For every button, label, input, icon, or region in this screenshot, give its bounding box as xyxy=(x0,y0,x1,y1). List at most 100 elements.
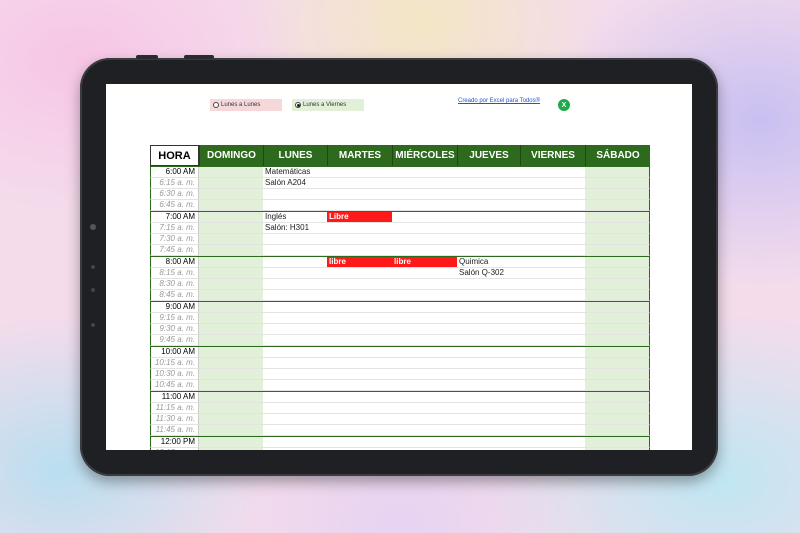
schedule-cell[interactable] xyxy=(520,313,585,324)
time-cell[interactable]: 8:30 a. m. xyxy=(150,279,199,290)
schedule-cell[interactable] xyxy=(199,268,263,279)
schedule-cell[interactable] xyxy=(199,234,263,245)
schedule-cell[interactable] xyxy=(263,324,327,335)
schedule-cell[interactable] xyxy=(520,268,585,279)
schedule-cell[interactable] xyxy=(199,425,263,436)
time-cell[interactable]: 11:45 a. m. xyxy=(150,425,199,436)
schedule-cell[interactable] xyxy=(585,257,650,268)
schedule-cell[interactable] xyxy=(585,279,650,290)
schedule-cell[interactable] xyxy=(457,380,520,391)
schedule-cell[interactable] xyxy=(520,257,585,268)
schedule-cell[interactable] xyxy=(327,437,392,448)
schedule-cell[interactable] xyxy=(327,425,392,436)
time-cell[interactable]: 9:30 a. m. xyxy=(150,324,199,335)
schedule-cell[interactable] xyxy=(263,380,327,391)
schedule-cell[interactable] xyxy=(457,200,520,211)
schedule-cell[interactable] xyxy=(263,358,327,369)
schedule-cell[interactable] xyxy=(392,223,457,234)
schedule-cell[interactable] xyxy=(263,369,327,380)
schedule-cell[interactable] xyxy=(327,448,392,450)
schedule-cell[interactable]: libre xyxy=(392,257,457,268)
schedule-cell[interactable]: Salón: H301 xyxy=(263,223,327,234)
schedule-cell[interactable] xyxy=(457,392,520,403)
time-cell[interactable]: 7:30 a. m. xyxy=(150,234,199,245)
schedule-cell[interactable] xyxy=(392,347,457,358)
time-cell[interactable]: 9:00 AM xyxy=(150,302,199,313)
schedule-cell[interactable] xyxy=(327,313,392,324)
schedule-cell[interactable] xyxy=(392,369,457,380)
schedule-cell[interactable] xyxy=(520,223,585,234)
schedule-cell[interactable] xyxy=(457,279,520,290)
schedule-cell[interactable] xyxy=(585,448,650,450)
time-cell[interactable]: 8:45 a. m. xyxy=(150,290,199,301)
schedule-cell[interactable] xyxy=(327,302,392,313)
schedule-cell[interactable] xyxy=(520,212,585,223)
time-cell[interactable]: 7:00 AM xyxy=(150,212,199,223)
schedule-cell[interactable] xyxy=(263,189,327,200)
schedule-cell[interactable] xyxy=(392,234,457,245)
schedule-cell[interactable] xyxy=(263,279,327,290)
time-cell[interactable]: 6:45 a. m. xyxy=(150,200,199,211)
schedule-cell[interactable]: Inglés xyxy=(263,212,327,223)
schedule-cell[interactable] xyxy=(457,324,520,335)
schedule-cell[interactable] xyxy=(263,437,327,448)
schedule-cell[interactable] xyxy=(392,448,457,450)
schedule-cell[interactable] xyxy=(199,178,263,189)
schedule-cell[interactable] xyxy=(199,167,263,178)
schedule-cell[interactable] xyxy=(520,279,585,290)
schedule-cell[interactable] xyxy=(327,189,392,200)
schedule-cell[interactable] xyxy=(520,380,585,391)
schedule-cell[interactable] xyxy=(392,245,457,256)
schedule-cell[interactable] xyxy=(585,369,650,380)
schedule-cell[interactable] xyxy=(520,200,585,211)
schedule-cell[interactable] xyxy=(327,200,392,211)
radio-icon[interactable] xyxy=(213,102,219,108)
time-cell[interactable]: 11:00 AM xyxy=(150,392,199,403)
schedule-cell[interactable] xyxy=(585,189,650,200)
schedule-cell[interactable] xyxy=(585,425,650,436)
schedule-cell[interactable] xyxy=(327,245,392,256)
schedule-cell[interactable] xyxy=(520,234,585,245)
schedule-cell[interactable] xyxy=(520,302,585,313)
schedule-cell[interactable] xyxy=(199,369,263,380)
schedule-cell[interactable] xyxy=(585,335,650,346)
schedule-cell[interactable] xyxy=(199,347,263,358)
time-cell[interactable]: 8:15 a. m. xyxy=(150,268,199,279)
schedule-cell[interactable] xyxy=(392,324,457,335)
schedule-cell[interactable] xyxy=(585,223,650,234)
time-cell[interactable]: 7:15 a. m. xyxy=(150,223,199,234)
schedule-cell[interactable] xyxy=(520,335,585,346)
schedule-cell[interactable] xyxy=(392,358,457,369)
schedule-cell[interactable] xyxy=(585,268,650,279)
schedule-cell[interactable] xyxy=(263,200,327,211)
schedule-cell[interactable] xyxy=(327,369,392,380)
schedule-cell[interactable] xyxy=(199,245,263,256)
schedule-cell[interactable] xyxy=(520,403,585,414)
schedule-cell[interactable] xyxy=(263,403,327,414)
schedule-cell[interactable] xyxy=(457,290,520,301)
schedule-cell[interactable] xyxy=(585,290,650,301)
schedule-cell[interactable] xyxy=(327,279,392,290)
schedule-cell[interactable] xyxy=(520,189,585,200)
schedule-cell[interactable] xyxy=(199,448,263,450)
schedule-cell[interactable] xyxy=(585,324,650,335)
schedule-cell[interactable]: Matemáticas xyxy=(263,167,327,178)
time-cell[interactable]: 10:15 a. m. xyxy=(150,358,199,369)
schedule-cell[interactable] xyxy=(199,335,263,346)
schedule-cell[interactable] xyxy=(327,380,392,391)
schedule-cell[interactable] xyxy=(392,425,457,436)
schedule-cell[interactable] xyxy=(327,268,392,279)
schedule-cell[interactable] xyxy=(457,212,520,223)
schedule-cell[interactable]: Libre xyxy=(327,212,392,223)
schedule-cell[interactable] xyxy=(392,189,457,200)
schedule-cell[interactable] xyxy=(327,290,392,301)
time-cell[interactable]: 10:45 a. m. xyxy=(150,380,199,391)
schedule-cell[interactable] xyxy=(199,200,263,211)
schedule-cell[interactable] xyxy=(263,347,327,358)
schedule-cell[interactable] xyxy=(392,268,457,279)
schedule-cell[interactable] xyxy=(585,200,650,211)
time-cell[interactable]: 12:15 p. m. xyxy=(150,448,199,450)
schedule-cell[interactable] xyxy=(392,212,457,223)
schedule-cell[interactable] xyxy=(392,335,457,346)
schedule-cell[interactable] xyxy=(263,392,327,403)
